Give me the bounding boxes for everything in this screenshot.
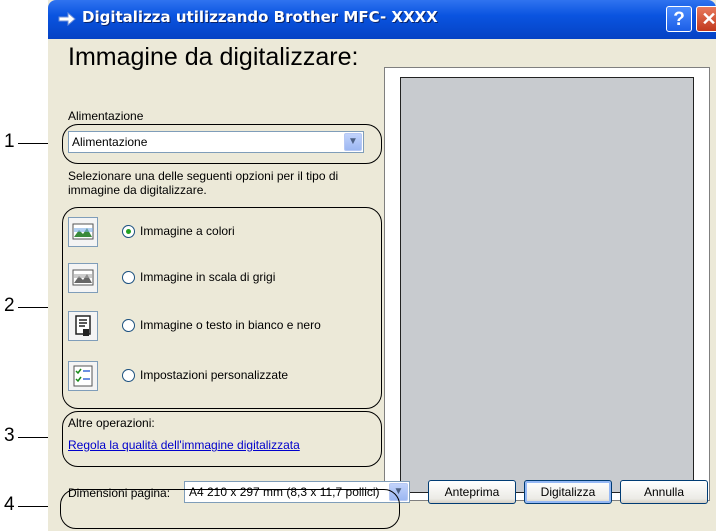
title-bar[interactable]: Digitalizza utilizzando Brother MFC- XXX… [48, 0, 716, 39]
preview-button[interactable]: Anteprima [428, 480, 516, 504]
callout-number-1: 1 [4, 131, 15, 152]
scanner-arrow-icon [58, 11, 76, 27]
callout-number-2: 2 [4, 295, 15, 316]
scan-button[interactable]: Digitalizza [524, 480, 612, 504]
callout-number-4: 4 [4, 494, 15, 515]
callout-number-3: 3 [4, 425, 15, 446]
window-title: Digitalizza utilizzando Brother MFC- XXX… [82, 8, 438, 26]
cancel-button[interactable]: Annulla [620, 480, 708, 504]
page-title: Immagine da digitalizzare: [68, 43, 359, 71]
close-button[interactable]: ✕ [696, 6, 716, 32]
preview-page [399, 76, 695, 494]
callout-box-1 [62, 124, 382, 164]
help-button[interactable]: ? [666, 6, 692, 32]
callout-box-2 [62, 207, 382, 409]
callout-box-3 [62, 411, 382, 467]
callout-box-4 [60, 489, 400, 529]
scan-type-description: Selezionare una delle seguenti opzioni p… [68, 169, 339, 197]
source-label: Alimentazione [68, 109, 144, 123]
